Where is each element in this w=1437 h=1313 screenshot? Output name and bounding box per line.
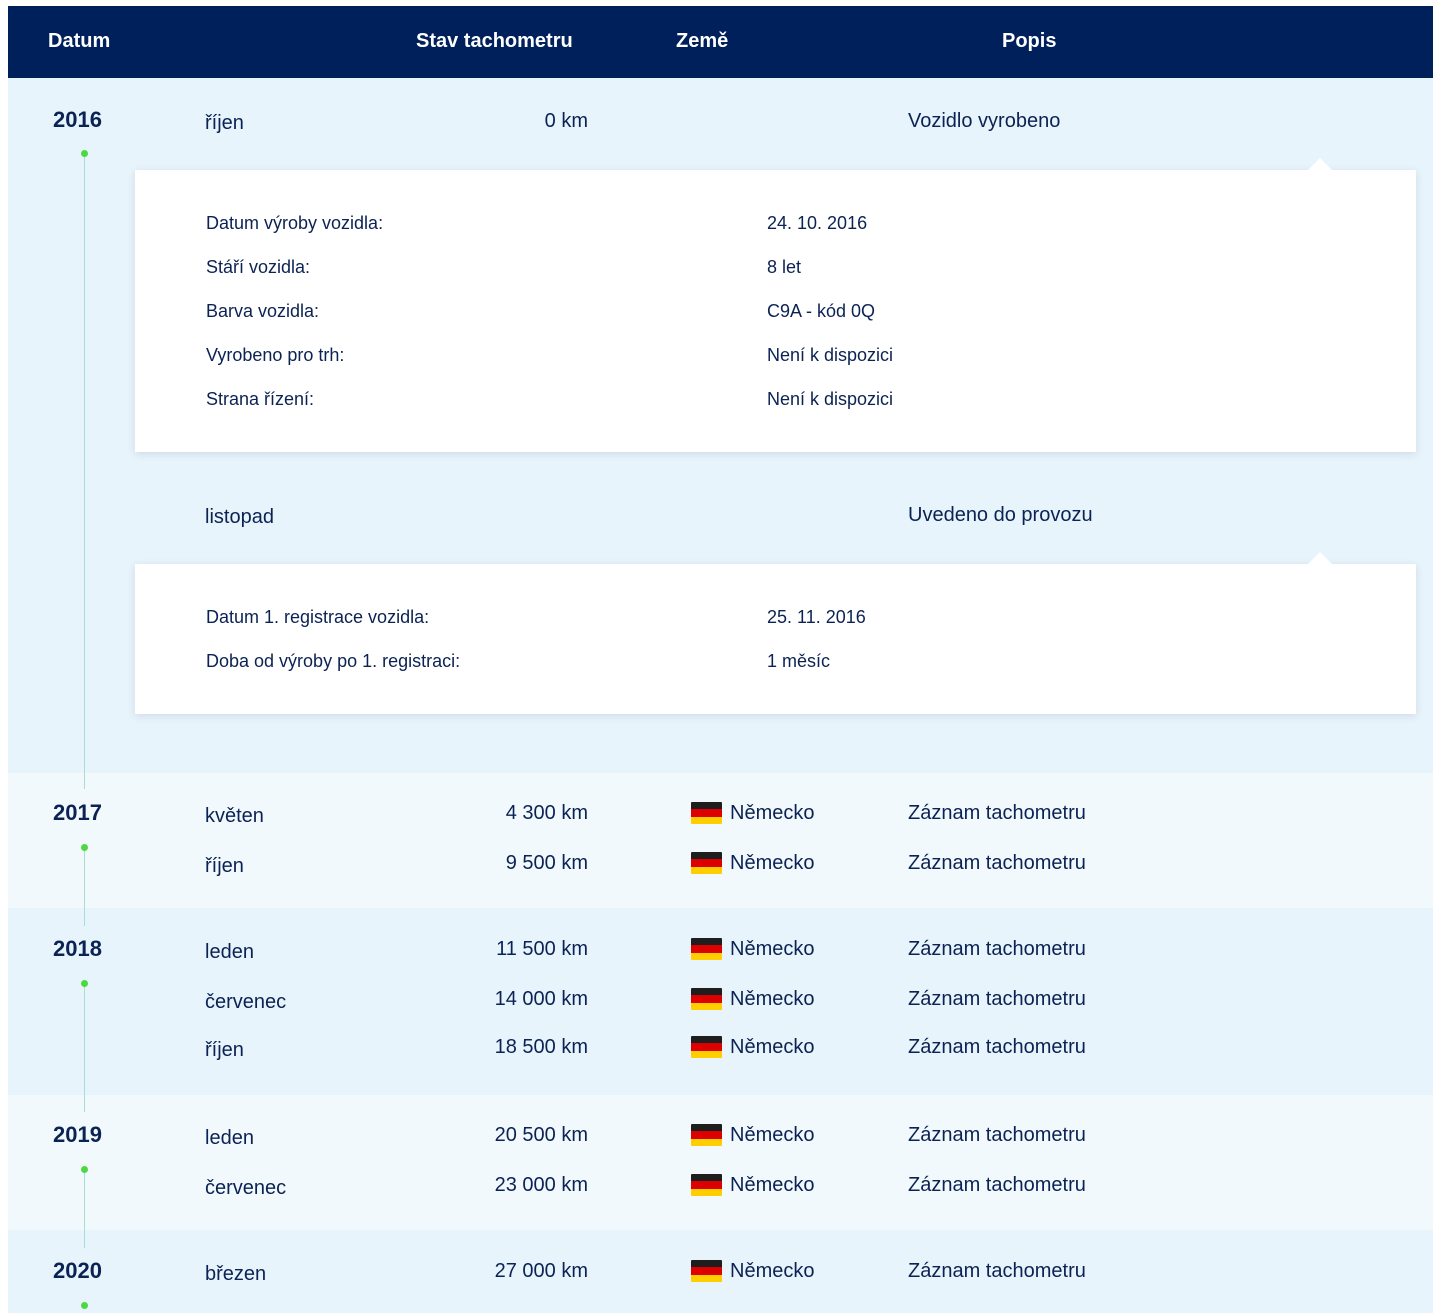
timeline-dot: [81, 844, 88, 851]
detail-value: 8 let: [767, 257, 802, 277]
row-description: Záznam tachometru: [908, 1174, 1086, 1196]
detail-value: Není k dispozici: [767, 389, 894, 409]
row-country: Německo: [691, 851, 814, 875]
row-month: říjen: [205, 112, 244, 134]
detail-label: Doba od výroby po 1. registraci:: [206, 651, 461, 671]
row-country: Německo: [691, 987, 814, 1011]
row-description: Záznam tachometru: [908, 988, 1086, 1010]
row-odometer: 11 500 km: [496, 938, 588, 960]
detail-row: Datum výroby vozidla: 24. 10. 2016: [206, 211, 1306, 235]
row-odometer: 23 000 km: [494, 1174, 588, 1196]
germany-flag-icon: [691, 1260, 722, 1282]
timeline-line: [84, 986, 85, 1112]
year-section-2017: [8, 773, 1433, 908]
table-header: Datum Stav tachometru Země Popis: [8, 6, 1433, 78]
country-name: Německo: [730, 1124, 815, 1146]
country-name: Německo: [730, 1260, 815, 1282]
germany-flag-icon: [691, 802, 722, 824]
row-month: březen: [205, 1263, 267, 1285]
row-odometer: 20 500 km: [494, 1124, 588, 1146]
year-label: 2017: [53, 800, 102, 825]
germany-flag-icon: [691, 1036, 722, 1058]
country-name: Německo: [730, 988, 815, 1010]
detail-label: Vyrobeno pro trh:: [206, 345, 345, 365]
detail-value: 1 měsíc: [767, 651, 831, 671]
detail-card-production: Datum výroby vozidla: 24. 10. 2016 Stáří…: [135, 158, 1416, 452]
row-description: Záznam tachometru: [908, 1260, 1086, 1282]
year-label: 2020: [53, 1258, 102, 1283]
row-description: Uvedeno do provozu: [908, 504, 1093, 526]
row-country: Německo: [691, 801, 814, 825]
row-month: leden: [205, 1127, 254, 1149]
detail-row: Strana řízení: Není k dispozici: [206, 387, 1306, 411]
row-month: červenec: [205, 991, 287, 1013]
row-description: Záznam tachometru: [908, 802, 1086, 824]
row-country: Německo: [691, 1035, 814, 1059]
year-section-2019: [8, 1095, 1433, 1230]
detail-label: Datum 1. registrace vozidla:: [206, 607, 430, 627]
row-month: červenec: [205, 1177, 287, 1199]
row-description: Záznam tachometru: [908, 1124, 1086, 1146]
country-name: Německo: [730, 938, 815, 960]
country-name: Německo: [730, 852, 815, 874]
row-odometer: 9 500 km: [505, 852, 588, 874]
detail-value: Není k dispozici: [767, 345, 894, 365]
row-month: říjen: [205, 1039, 244, 1061]
timeline-dot: [81, 1166, 88, 1173]
detail-row: Stáří vozidla: 8 let: [206, 255, 1306, 279]
row-odometer: 27 000 km: [494, 1260, 588, 1282]
year-label: 2016: [53, 107, 102, 132]
row-description: Záznam tachometru: [908, 852, 1086, 874]
row-month: květen: [205, 805, 264, 827]
row-country: Německo: [691, 937, 814, 961]
row-country: Německo: [691, 1173, 814, 1197]
row-month: říjen: [205, 855, 244, 877]
timeline-line: [84, 850, 85, 926]
year-label: 2019: [53, 1122, 102, 1147]
germany-flag-icon: [691, 988, 722, 1010]
timeline-line: [84, 156, 85, 789]
timeline-dot: [81, 980, 88, 987]
row-odometer: 18 500 km: [494, 1036, 588, 1058]
header-zeme: Země: [676, 30, 729, 52]
detail-card-registration: Datum 1. registrace vozidla: 25. 11. 201…: [135, 552, 1416, 714]
country-name: Německo: [730, 1036, 815, 1058]
row-description: Záznam tachometru: [908, 1036, 1086, 1058]
germany-flag-icon: [691, 852, 722, 874]
detail-value: C9A - kód 0Q: [767, 301, 876, 321]
header-stav-tachometru: Stav tachometru: [416, 30, 573, 52]
detail-row: Doba od výroby po 1. registraci: 1 měsíc: [206, 649, 1306, 673]
detail-row: Vyrobeno pro trh: Není k dispozici: [206, 343, 1306, 367]
row-country: Německo: [691, 1259, 814, 1283]
year-label: 2018: [53, 936, 102, 961]
timeline-dot: [81, 150, 88, 157]
detail-row: Barva vozidla: C9A - kód 0Q: [206, 299, 1306, 323]
germany-flag-icon: [691, 938, 722, 960]
detail-label: Stáří vozidla:: [206, 257, 311, 277]
detail-label: Datum výroby vozidla:: [206, 213, 384, 233]
row-odometer: 4 300 km: [505, 802, 588, 824]
timeline-line: [84, 1172, 85, 1248]
detail-row: Datum 1. registrace vozidla: 25. 11. 201…: [206, 605, 1306, 629]
row-month: listopad: [205, 506, 274, 528]
germany-flag-icon: [691, 1124, 722, 1146]
detail-value: 24. 10. 2016: [767, 213, 868, 233]
row-country: Německo: [691, 1123, 814, 1147]
row-odometer: 0 km: [544, 110, 588, 132]
row-month: leden: [205, 941, 254, 963]
detail-label: Strana řízení:: [206, 389, 315, 409]
country-name: Německo: [730, 1174, 815, 1196]
header-popis: Popis: [1002, 30, 1057, 52]
germany-flag-icon: [691, 1174, 722, 1196]
header-datum: Datum: [48, 30, 111, 52]
detail-label: Barva vozidla:: [206, 301, 320, 321]
detail-value: 25. 11. 2016: [767, 607, 866, 627]
timeline-dot: [81, 1302, 88, 1309]
row-description: Vozidlo vyrobeno: [908, 110, 1061, 132]
row-description: Záznam tachometru: [908, 938, 1086, 960]
row-odometer: 14 000 km: [494, 988, 588, 1010]
country-name: Německo: [730, 802, 815, 824]
